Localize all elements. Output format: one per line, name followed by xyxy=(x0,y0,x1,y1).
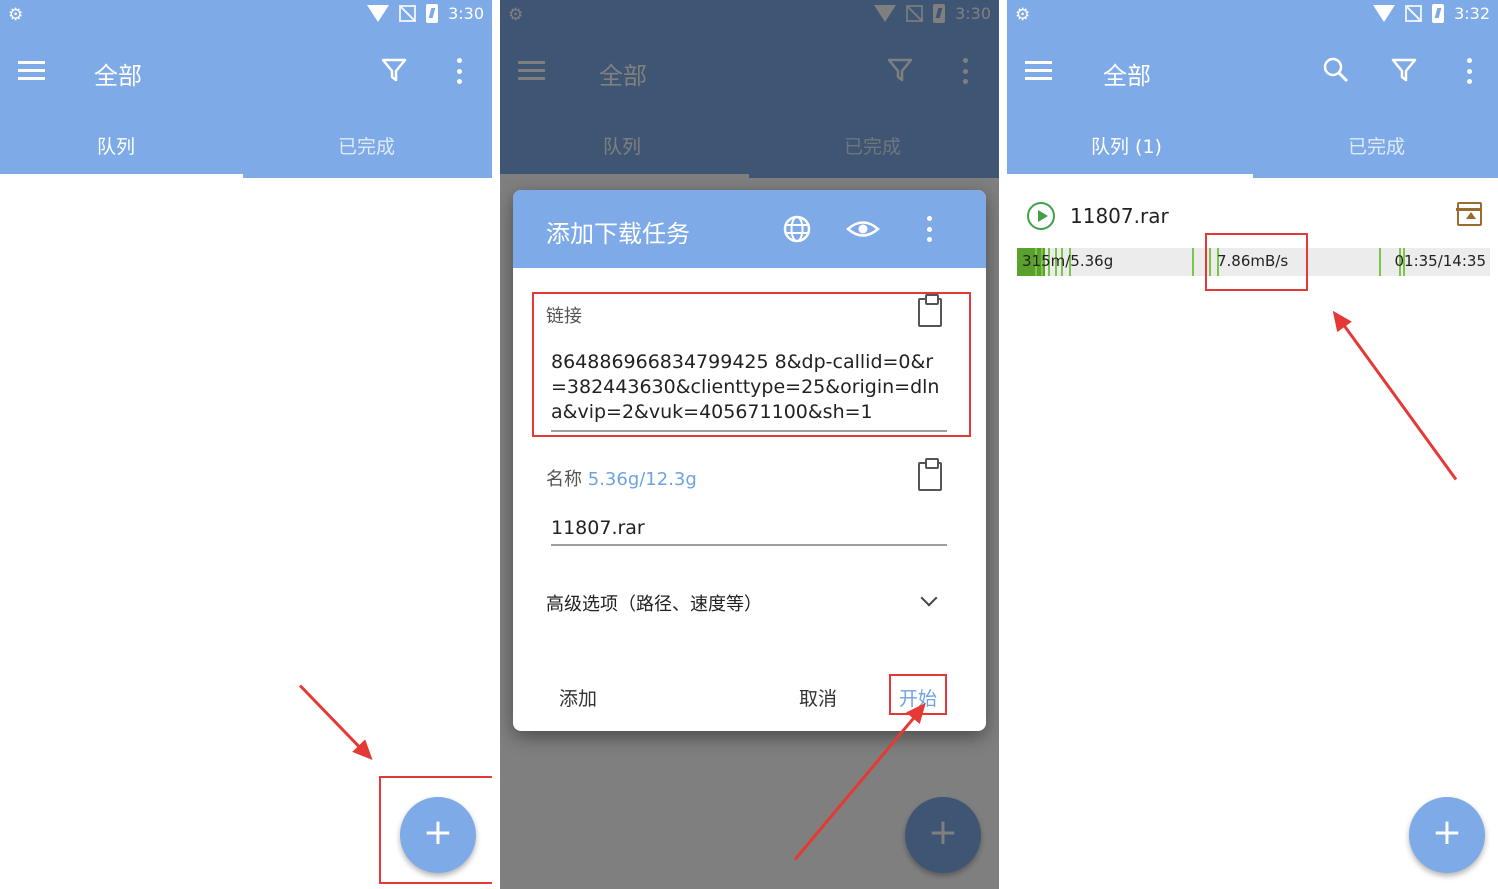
play-icon[interactable] xyxy=(1027,202,1055,230)
tab-indicator xyxy=(0,174,243,178)
add-download-dialog: 添加下载任务 链接 864886966834799425 8&dp-callid… xyxy=(513,190,986,731)
usb-debug-icon: ⚙ xyxy=(1015,5,1031,25)
time-progress: 01:35/14:35 xyxy=(1394,252,1486,270)
more-options-icon[interactable] xyxy=(1467,58,1473,84)
panel-empty-queue: ⚙ 3:30 全部 队列 已完成 + xyxy=(0,0,492,889)
tab-queue[interactable]: 队列 xyxy=(97,132,135,159)
page-title: 全部 xyxy=(1103,62,1151,90)
toolbar: 全部 xyxy=(1007,40,1498,104)
dialog-header: 添加下载任务 xyxy=(513,190,986,268)
name-input-underline xyxy=(551,544,947,546)
tab-indicator xyxy=(1007,174,1253,178)
name-input[interactable]: 11807.rar xyxy=(551,516,947,541)
eye-icon[interactable] xyxy=(846,216,880,242)
advanced-options[interactable]: 高级选项（路径、速度等） xyxy=(546,590,762,616)
no-signal-icon xyxy=(1405,5,1423,22)
tab-completed[interactable]: 已完成 xyxy=(338,132,395,159)
menu-icon[interactable] xyxy=(1025,61,1052,81)
filter-icon[interactable] xyxy=(380,56,408,84)
search-icon[interactable] xyxy=(1322,56,1350,84)
battery-charging-icon xyxy=(1432,4,1445,23)
more-options-icon[interactable] xyxy=(457,58,463,84)
size-progress: 315m/5.36g xyxy=(1022,252,1114,270)
name-label: 名称 5.36g/12.3g xyxy=(546,469,697,490)
no-signal-icon xyxy=(399,5,417,22)
highlight-box-speed xyxy=(1205,233,1308,291)
dialog-more-icon[interactable] xyxy=(927,216,933,242)
globe-icon[interactable] xyxy=(782,214,812,244)
task-name[interactable]: 11807.rar xyxy=(1070,204,1169,228)
name-size: 5.36g/12.3g xyxy=(587,469,697,490)
tab-queue[interactable]: 队列 (1) xyxy=(1091,132,1162,159)
status-bar: ⚙ 3:32 xyxy=(1007,0,1498,32)
highlight-box-fab xyxy=(379,776,492,884)
cancel-button[interactable]: 取消 xyxy=(799,684,837,711)
app-bar: ⚙ 3:30 全部 队列 已完成 xyxy=(0,0,492,178)
wifi-icon xyxy=(1373,5,1396,22)
menu-icon[interactable] xyxy=(18,61,45,81)
add-task-fab[interactable]: + xyxy=(1409,797,1485,873)
highlight-box-link xyxy=(532,292,971,437)
battery-charging-icon xyxy=(426,4,439,23)
status-time: 3:32 xyxy=(1454,4,1490,23)
status-bar: ⚙ 3:30 xyxy=(0,0,492,32)
tab-bar: 队列 (1) 已完成 xyxy=(1007,118,1498,178)
add-button[interactable]: 添加 xyxy=(559,684,597,711)
page-title: 全部 xyxy=(94,62,142,90)
panel-add-dialog: ⚙ 3:30 全部 队列 已完成 + 添加下载任务 xyxy=(500,0,999,889)
annotation-arrow xyxy=(1334,312,1458,481)
usb-debug-icon: ⚙ xyxy=(8,5,24,25)
toolbar: 全部 xyxy=(0,40,492,104)
panel-downloading: ⚙ 3:32 全部 队列 (1) 已完成 11807.rar 315m/5.36… xyxy=(1007,0,1498,889)
clipboard-icon[interactable] xyxy=(918,458,942,491)
tab-completed[interactable]: 已完成 xyxy=(1348,132,1405,159)
app-bar: ⚙ 3:32 全部 队列 (1) 已完成 xyxy=(1007,0,1498,178)
tab-bar: 队列 已完成 xyxy=(0,118,492,178)
filter-icon[interactable] xyxy=(1390,56,1418,84)
wifi-icon xyxy=(367,5,390,22)
status-time: 3:30 xyxy=(448,4,484,23)
dialog-title: 添加下载任务 xyxy=(546,220,690,248)
annotation-arrow xyxy=(298,684,371,759)
archive-icon[interactable] xyxy=(1456,202,1482,226)
chevron-down-icon[interactable] xyxy=(920,589,938,607)
